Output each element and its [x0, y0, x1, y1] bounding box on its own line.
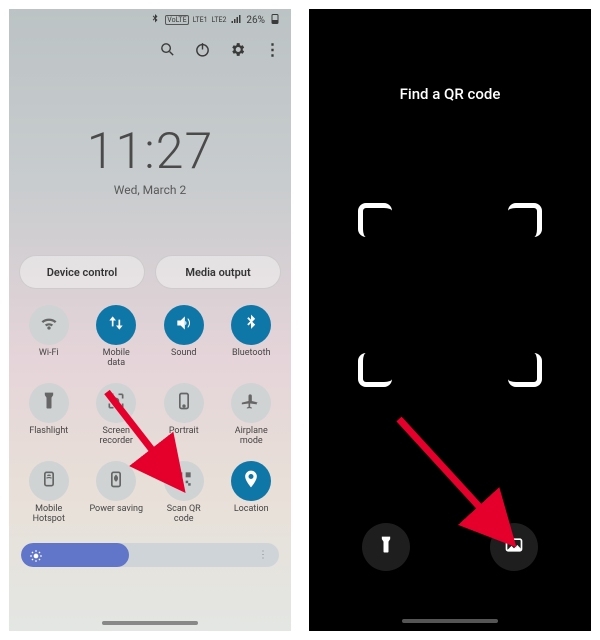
clock-block: 11:27 Wed, March 2: [9, 123, 291, 197]
tile-label: Sound: [171, 349, 196, 369]
airplane-icon: [241, 391, 261, 415]
gallery-icon: [504, 535, 524, 559]
tile-label: Flashlight: [29, 427, 68, 447]
qr-corner-tl: [358, 203, 392, 237]
wifi-icon: [39, 313, 59, 337]
flashlight-icon: [376, 535, 396, 559]
nav-gesture-pill[interactable]: [402, 619, 498, 623]
nav-gesture-pill[interactable]: [102, 621, 198, 625]
tile-label: Screen recorder: [100, 427, 133, 447]
qr-icon: [174, 469, 194, 493]
tile-wifi[interactable]: Wi-Fi: [15, 305, 83, 369]
quick-settings-panel: VoLTE LTE1 LTE2 26% ⋮ 11:27: [0, 0, 300, 640]
tile-flashlight[interactable]: Flashlight: [15, 383, 83, 447]
device-control-label: Device control: [47, 266, 117, 279]
tile-airplane[interactable]: Airplane mode: [218, 383, 286, 447]
lte2-indicator: LTE2: [212, 16, 227, 24]
qr-scanner-screen: Find a QR code: [300, 0, 600, 640]
search-icon[interactable]: [159, 41, 176, 58]
tile-label: Mobile data: [103, 349, 130, 369]
tile-label: Portrait: [169, 427, 199, 447]
brightness-sun-icon: [29, 548, 43, 562]
brightness-expand-icon[interactable]: ⋮: [258, 550, 269, 561]
brightness-slider[interactable]: ⋮: [21, 543, 279, 567]
qr-corner-tr: [508, 203, 542, 237]
tile-label: Airplane mode: [235, 427, 268, 447]
tile-label: Location: [234, 505, 269, 525]
tile-sound[interactable]: Sound: [150, 305, 218, 369]
qr-corner-br: [508, 353, 542, 387]
flashlight-toggle-button[interactable]: [362, 523, 410, 571]
tile-label: Wi-Fi: [39, 349, 59, 369]
qr-viewfinder: [358, 203, 542, 387]
tile-portrait[interactable]: Portrait: [150, 383, 218, 447]
volte-indicator: VoLTE: [165, 15, 188, 25]
lte1-indicator: LTE1: [193, 16, 208, 24]
tile-hotspot[interactable]: Mobile Hotspot: [15, 461, 83, 525]
power-icon[interactable]: [194, 41, 211, 58]
tile-location[interactable]: Location: [218, 461, 286, 525]
sound-icon: [174, 313, 194, 337]
tile-power-saving[interactable]: Power saving: [83, 461, 151, 525]
media-output-label: Media output: [185, 266, 250, 279]
gallery-button[interactable]: [490, 523, 538, 571]
tile-label: Mobile Hotspot: [33, 505, 65, 525]
battery-icon: [269, 13, 281, 28]
mobile-data-icon: [106, 313, 126, 337]
screen-recorder-icon: [106, 391, 126, 415]
flashlight-icon: [39, 391, 59, 415]
tile-bluetooth[interactable]: Bluetooth: [218, 305, 286, 369]
location-icon: [241, 469, 261, 493]
tile-label: Scan QR code: [167, 505, 201, 525]
tile-scan-qr[interactable]: Scan QR code: [150, 461, 218, 525]
portrait-icon: [174, 391, 194, 415]
bluetooth-status-icon: [149, 13, 161, 28]
more-icon[interactable]: ⋮: [264, 41, 281, 58]
tile-screen-recorder[interactable]: Screen recorder: [83, 383, 151, 447]
settings-gear-icon[interactable]: [229, 41, 246, 58]
clock-time: 11:27: [9, 123, 291, 181]
tile-mobile-data[interactable]: Mobile data: [83, 305, 151, 369]
tile-label: Power saving: [89, 505, 143, 525]
hotspot-icon: [39, 469, 59, 493]
clock-date: Wed, March 2: [9, 183, 291, 197]
signal-icon: [230, 13, 242, 28]
power-saving-icon: [106, 469, 126, 493]
device-control-chip[interactable]: Device control: [19, 255, 145, 289]
status-bar: VoLTE LTE1 LTE2 26%: [9, 9, 291, 31]
panel-action-bar: ⋮: [9, 31, 291, 67]
quick-tile-grid: Wi-Fi Mobile data Sound Bluetooth: [9, 305, 291, 525]
bluetooth-icon: [241, 313, 261, 337]
battery-percent: 26%: [246, 15, 265, 26]
media-output-chip[interactable]: Media output: [155, 255, 281, 289]
qr-title: Find a QR code: [400, 85, 501, 103]
qr-corner-bl: [358, 353, 392, 387]
tile-label: Bluetooth: [232, 349, 271, 369]
